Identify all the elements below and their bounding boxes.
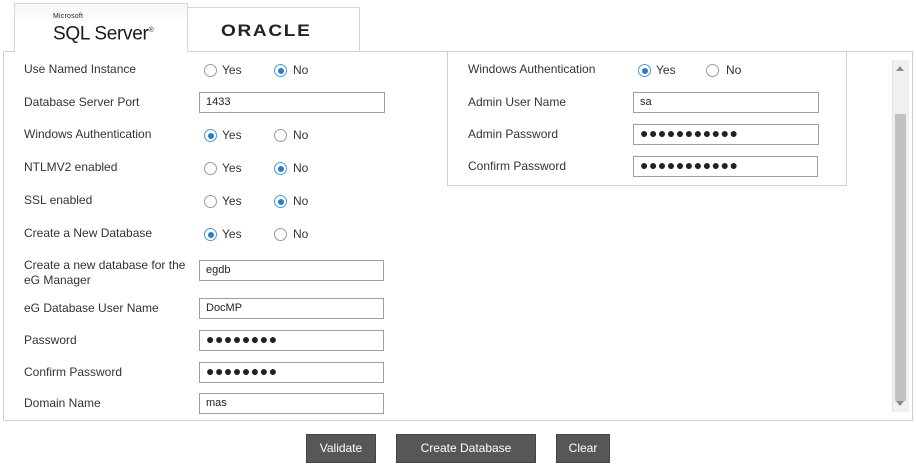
tab-oracle[interactable]: ORACLE (187, 7, 360, 51)
sql-server-logo-name: SQL Server (53, 23, 149, 45)
right-windows-auth-label: Windows Authentication (468, 62, 596, 76)
ssl-label: SSL enabled (24, 193, 93, 207)
windows-auth-yes-radio[interactable] (204, 129, 217, 142)
create-new-db-yes-radio[interactable] (204, 228, 217, 241)
create-new-db-label: Create a New Database (24, 226, 153, 240)
tab-sql-server[interactable]: Microsoft SQL Server® (14, 3, 188, 52)
vertical-scrollbar[interactable] (892, 60, 909, 412)
sql-server-logo-microsoft: Microsoft (53, 13, 84, 20)
admin-confirm-password-input[interactable]: ●●●●●●●●●●● (633, 156, 818, 177)
password-input[interactable]: ●●●●●●●● (199, 330, 384, 351)
create-new-db-no-radio[interactable] (274, 228, 287, 241)
ntlmv2-yes-label: Yes (222, 161, 242, 175)
ssl-yes-label: Yes (222, 194, 242, 208)
right-windows-auth-yes-radio[interactable] (638, 64, 651, 77)
admin-password-input[interactable]: ●●●●●●●●●●● (633, 124, 819, 145)
new-db-name-input[interactable]: egdb (199, 260, 384, 281)
ssl-yes-radio[interactable] (204, 195, 217, 208)
use-named-instance-yes-label: Yes (222, 63, 242, 77)
eg-db-user-input[interactable]: DocMP (199, 298, 384, 319)
windows-auth-no-label: No (293, 128, 309, 142)
windows-auth-yes-label: Yes (222, 128, 242, 142)
sql-server-logo-trademark: ® (148, 27, 154, 34)
windows-auth-label: Windows Authentication (24, 127, 152, 141)
admin-credentials-group: Windows Authentication Yes No Admin User… (447, 52, 847, 186)
password-label: Password (24, 333, 77, 347)
admin-user-label: Admin User Name (468, 95, 567, 109)
create-new-db-no-label: No (293, 227, 309, 241)
sql-server-config-panel: Use Named Instance Yes No Database Serve… (3, 51, 913, 421)
sql-server-logo: Microsoft SQL Server® (53, 13, 154, 45)
scroll-up-arrow-icon[interactable] (896, 66, 904, 71)
scrollbar-thumb[interactable] (895, 114, 906, 401)
eg-db-user-label: eG Database User Name (24, 301, 159, 315)
validate-button[interactable]: Validate (306, 434, 376, 463)
scroll-down-arrow-icon[interactable] (896, 401, 904, 406)
use-named-instance-label: Use Named Instance (24, 62, 137, 76)
new-db-name-label: Create a new database for the eG Manager (24, 258, 186, 287)
ntlmv2-label: NTLMV2 enabled (24, 160, 118, 174)
create-database-button[interactable]: Create Database (396, 434, 536, 463)
clear-button[interactable]: Clear (556, 434, 610, 463)
use-named-instance-no-label: No (293, 63, 309, 77)
ntlmv2-no-label: No (293, 161, 309, 175)
admin-password-label: Admin Password (468, 127, 559, 141)
create-new-db-yes-label: Yes (222, 227, 242, 241)
domain-name-label: Domain Name (24, 396, 101, 410)
admin-user-input[interactable]: sa (633, 92, 819, 113)
ntlmv2-no-radio[interactable] (274, 162, 287, 175)
confirm-password-input[interactable]: ●●●●●●●● (199, 362, 384, 383)
confirm-password-label: Confirm Password (24, 365, 123, 379)
ssl-no-radio[interactable] (274, 195, 287, 208)
domain-name-input[interactable]: mas (199, 393, 384, 414)
db-server-port-input[interactable]: 1433 (199, 92, 385, 113)
use-named-instance-no-radio[interactable] (274, 64, 287, 77)
right-windows-auth-yes-label: Yes (656, 63, 676, 77)
right-windows-auth-no-radio[interactable] (706, 64, 719, 77)
ssl-no-label: No (293, 194, 309, 208)
ntlmv2-yes-radio[interactable] (204, 162, 217, 175)
right-windows-auth-no-label: No (726, 63, 742, 77)
db-server-port-label: Database Server Port (24, 95, 140, 109)
use-named-instance-yes-radio[interactable] (204, 64, 217, 77)
oracle-logo: ORACLE (221, 21, 312, 40)
windows-auth-no-radio[interactable] (274, 129, 287, 142)
admin-confirm-password-label: Confirm Password (468, 159, 567, 173)
